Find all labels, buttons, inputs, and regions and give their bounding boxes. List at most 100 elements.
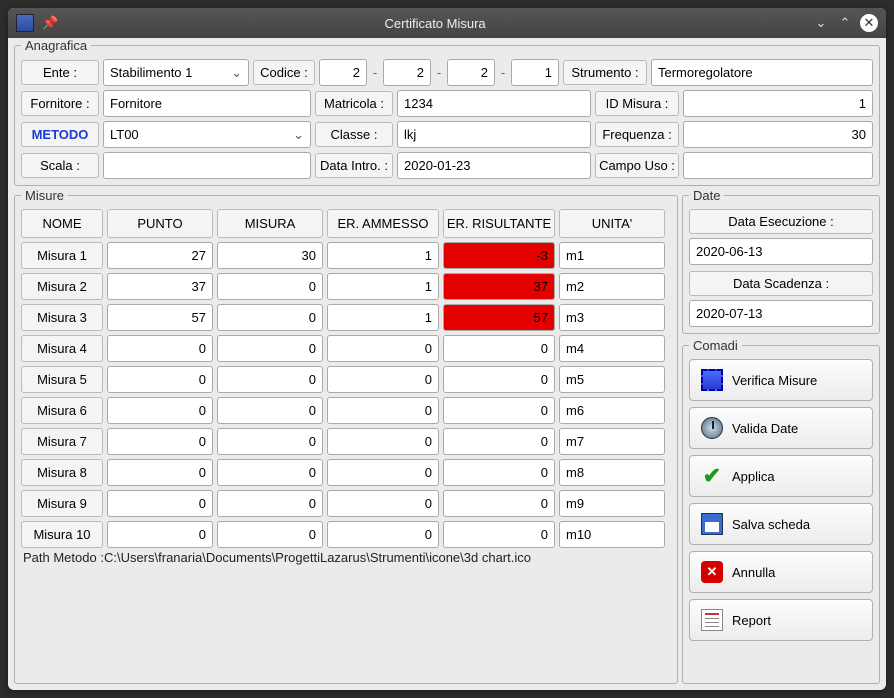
annulla-button[interactable]: ✕ Annulla: [689, 551, 873, 593]
pin-icon[interactable]: 📌: [42, 15, 58, 31]
idmisura-input[interactable]: [683, 90, 873, 117]
punto-input[interactable]: 0: [107, 335, 213, 362]
punto-input[interactable]: 0: [107, 490, 213, 517]
chevron-down-icon: ⌄: [293, 127, 304, 143]
date-group: Date Data Esecuzione : Data Scadenza :: [682, 188, 880, 334]
er-risultante-input[interactable]: 0: [443, 428, 555, 455]
check-icon: ✔: [700, 464, 724, 488]
titlebar: 📌 Certificato Misura ⌄ ⌃ ✕: [8, 8, 886, 38]
frequenza-input[interactable]: [683, 121, 873, 148]
unita-input[interactable]: m10: [559, 521, 665, 548]
er-ammesso-input[interactable]: 1: [327, 242, 439, 269]
metodo-link[interactable]: METODO: [21, 122, 99, 147]
misura-input[interactable]: 0: [217, 335, 323, 362]
er-risultante-input[interactable]: 0: [443, 459, 555, 486]
strumento-input[interactable]: [651, 59, 873, 86]
er-ammesso-input[interactable]: 0: [327, 490, 439, 517]
er-ammesso-input[interactable]: 1: [327, 273, 439, 300]
classe-label: Classe :: [315, 122, 393, 147]
metodo-value: LT00: [110, 127, 139, 142]
er-ammesso-input[interactable]: 0: [327, 397, 439, 424]
metodo-select[interactable]: LT00 ⌄: [103, 121, 311, 148]
misura-input[interactable]: 0: [217, 304, 323, 331]
unita-input[interactable]: m5: [559, 366, 665, 393]
codice-2-input[interactable]: [383, 59, 431, 86]
punto-input[interactable]: 27: [107, 242, 213, 269]
column-header: MISURA: [217, 209, 323, 238]
scala-label: Scala :: [21, 153, 99, 178]
unita-input[interactable]: m9: [559, 490, 665, 517]
matricola-input[interactable]: [397, 90, 591, 117]
campouso-input[interactable]: [683, 152, 873, 179]
misura-input[interactable]: 0: [217, 273, 323, 300]
comandi-legend: Comadi: [689, 338, 742, 353]
punto-input[interactable]: 0: [107, 397, 213, 424]
er-ammesso-input[interactable]: 0: [327, 459, 439, 486]
punto-input[interactable]: 0: [107, 366, 213, 393]
er-risultante-input[interactable]: 0: [443, 521, 555, 548]
misura-input[interactable]: 0: [217, 428, 323, 455]
dataintro-label: Data Intro. :: [315, 153, 393, 178]
er-risultante-input[interactable]: -3: [443, 242, 555, 269]
unita-input[interactable]: m4: [559, 335, 665, 362]
er-risultante-input[interactable]: 0: [443, 490, 555, 517]
column-header: UNITA': [559, 209, 665, 238]
codice-4-input[interactable]: [511, 59, 559, 86]
misura-input[interactable]: 0: [217, 366, 323, 393]
er-risultante-input[interactable]: 57: [443, 304, 555, 331]
misura-nome: Misura 3: [21, 304, 103, 331]
campouso-label: Campo Uso :: [595, 153, 679, 178]
punto-input[interactable]: 57: [107, 304, 213, 331]
maximize-icon[interactable]: ⌃: [836, 14, 854, 32]
misura-input[interactable]: 0: [217, 459, 323, 486]
applica-button[interactable]: ✔ Applica: [689, 455, 873, 497]
unita-input[interactable]: m8: [559, 459, 665, 486]
data-esecuzione-input[interactable]: [689, 238, 873, 265]
verifica-misure-button[interactable]: Verifica Misure: [689, 359, 873, 401]
unita-input[interactable]: m7: [559, 428, 665, 455]
punto-input[interactable]: 0: [107, 459, 213, 486]
unita-input[interactable]: m6: [559, 397, 665, 424]
misura-input[interactable]: 30: [217, 242, 323, 269]
er-ammesso-input[interactable]: 0: [327, 366, 439, 393]
misure-legend: Misure: [21, 188, 68, 203]
er-ammesso-input[interactable]: 0: [327, 521, 439, 548]
report-button[interactable]: Report: [689, 599, 873, 641]
classe-input[interactable]: [397, 121, 591, 148]
er-risultante-input[interactable]: 0: [443, 366, 555, 393]
fornitore-input[interactable]: [103, 90, 311, 117]
ente-select[interactable]: Stabilimento 1 ⌄: [103, 59, 249, 86]
er-risultante-input[interactable]: 0: [443, 335, 555, 362]
er-risultante-input[interactable]: 37: [443, 273, 555, 300]
codice-3-input[interactable]: [447, 59, 495, 86]
salva-scheda-button[interactable]: Salva scheda: [689, 503, 873, 545]
er-ammesso-input[interactable]: 0: [327, 428, 439, 455]
punto-input[interactable]: 37: [107, 273, 213, 300]
dataintro-input[interactable]: [397, 152, 591, 179]
data-scadenza-input[interactable]: [689, 300, 873, 327]
punto-input[interactable]: 0: [107, 428, 213, 455]
er-risultante-input[interactable]: 0: [443, 397, 555, 424]
minimize-icon[interactable]: ⌄: [812, 14, 830, 32]
date-legend: Date: [689, 188, 724, 203]
scala-input[interactable]: [103, 152, 311, 179]
misura-input[interactable]: 0: [217, 397, 323, 424]
close-icon[interactable]: ✕: [860, 14, 878, 32]
misura-input[interactable]: 0: [217, 490, 323, 517]
anagrafica-legend: Anagrafica: [21, 38, 91, 53]
codice-1-input[interactable]: [319, 59, 367, 86]
codice-label: Codice :: [253, 60, 315, 85]
unita-input[interactable]: m3: [559, 304, 665, 331]
chevron-down-icon: ⌄: [231, 65, 242, 81]
er-ammesso-input[interactable]: 0: [327, 335, 439, 362]
unita-input[interactable]: m2: [559, 273, 665, 300]
misura-nome: Misura 2: [21, 273, 103, 300]
misura-nome: Misura 1: [21, 242, 103, 269]
punto-input[interactable]: 0: [107, 521, 213, 548]
er-ammesso-input[interactable]: 1: [327, 304, 439, 331]
idmisura-label: ID Misura :: [595, 91, 679, 116]
valida-date-button[interactable]: Valida Date: [689, 407, 873, 449]
column-header: NOME: [21, 209, 103, 238]
misura-input[interactable]: 0: [217, 521, 323, 548]
unita-input[interactable]: m1: [559, 242, 665, 269]
